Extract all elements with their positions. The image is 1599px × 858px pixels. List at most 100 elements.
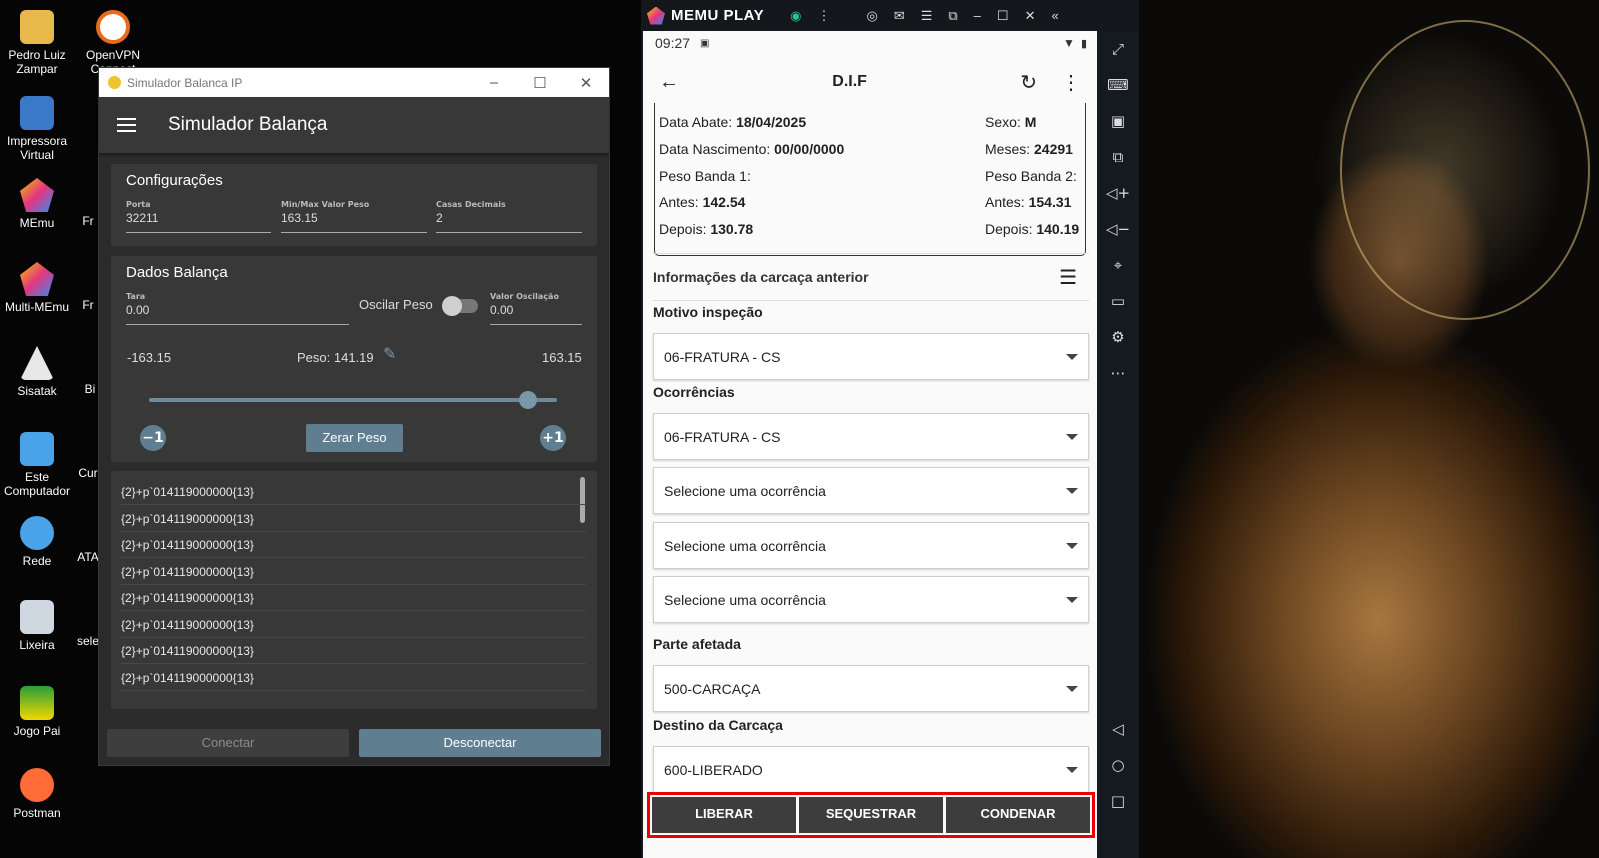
refresh-icon[interactable]: ↻: [1020, 70, 1037, 95]
wallpaper-halo: [1340, 20, 1590, 320]
conectar-button[interactable]: Conectar: [107, 729, 349, 757]
maximize-icon[interactable]: ☐: [517, 74, 563, 92]
location-icon[interactable]: ⌖: [1114, 247, 1122, 283]
oscilacao-field[interactable]: Valor Oscilação 0.00: [490, 292, 582, 325]
desktop-icon-postman[interactable]: Postman: [0, 768, 74, 820]
dados-card: Dados Balança Tara 0.00 Oscilar Peso Val…: [111, 256, 597, 462]
animal-info-box: Data Abate: 18/04/2025 Sexo: M Data Nasc…: [654, 103, 1086, 256]
notification-icon: ▣: [700, 37, 710, 49]
more-vertical-icon[interactable]: ⋮: [817, 8, 830, 24]
memu-logo-icon: [647, 6, 665, 25]
printer-icon: [20, 96, 54, 130]
multi-window-icon[interactable]: ⧉: [1113, 139, 1124, 175]
carcaca-anterior-row[interactable]: Informações da carcaça anterior ☰: [653, 253, 1089, 301]
desktop-icon-rede[interactable]: Rede: [0, 516, 74, 568]
casas-decimais-field[interactable]: Casas Decimais 2: [436, 200, 582, 233]
oscilar-toggle[interactable]: [442, 296, 478, 316]
menu-icon[interactable]: ☰: [921, 8, 933, 24]
liberar-button[interactable]: LIBERAR: [652, 797, 796, 833]
minimize-icon[interactable]: –: [974, 8, 981, 23]
tara-field[interactable]: Tara 0.00: [126, 292, 349, 325]
minus-one-button[interactable]: −1: [140, 425, 166, 451]
overflow-menu-icon[interactable]: ⋮: [1061, 70, 1081, 95]
status-bar: 09:27 ▣ ▼ ▮: [643, 31, 1097, 55]
ocorrencia-dropdown-1[interactable]: 06-FRATURA - CS: [653, 413, 1089, 460]
log-row: {2}+p`014119000000{13}: [121, 585, 586, 611]
memu-logo: MEMU PLAY: [671, 7, 765, 24]
desktop-icon-sisatak[interactable]: Sisatak: [0, 346, 74, 398]
sisatak-icon: [20, 346, 54, 380]
account-icon[interactable]: ◎: [866, 8, 877, 24]
peso-slider[interactable]: [149, 398, 557, 402]
porta-field[interactable]: Porta 32211: [126, 200, 271, 233]
simulator-window: Simulador Balanca IP – ☐ ✕ Simulador Bal…: [98, 67, 610, 766]
dropdown-arrow-icon: [1066, 488, 1078, 494]
screen-title: D.I.F: [832, 73, 867, 90]
app-header: Simulador Balança: [99, 97, 609, 153]
list-menu-icon[interactable]: ☰: [1059, 265, 1077, 290]
wifi-icon: ▼: [1063, 36, 1075, 50]
desktop-icon-computador[interactable]: Este Computador: [0, 432, 74, 498]
destino-dropdown[interactable]: 600-LIBERADO: [653, 746, 1089, 793]
log-row: {2}+p`014119000000{13}: [121, 532, 586, 558]
desconectar-button[interactable]: Desconectar: [359, 729, 601, 757]
menu-icon[interactable]: [117, 118, 136, 132]
apk-icon[interactable]: ▣: [1111, 103, 1125, 139]
maximize-icon[interactable]: ☐: [997, 8, 1009, 24]
window-title: Simulador Balanca IP: [127, 75, 243, 90]
fullscreen-icon[interactable]: ⤢: [1112, 31, 1124, 67]
desktop-icon-jogo-pai[interactable]: Jogo Pai: [0, 686, 74, 738]
minmax-field[interactable]: Min/Max Valor Peso 163.15: [281, 200, 427, 233]
config-title: Configurações: [126, 172, 223, 189]
motivo-dropdown[interactable]: 06-FRATURA - CS: [653, 333, 1089, 380]
home-nav-icon[interactable]: ○: [1111, 747, 1124, 783]
parte-afetada-dropdown[interactable]: 500-CARCAÇA: [653, 665, 1089, 712]
close-icon[interactable]: ✕: [563, 74, 609, 92]
app-bar: ← D.I.F ↻ ⋮: [643, 55, 1097, 109]
volume-down-icon[interactable]: ◁−: [1106, 211, 1130, 247]
minimize-icon[interactable]: –: [471, 74, 517, 92]
max-value: 163.15: [542, 350, 582, 365]
keyboard-icon[interactable]: ⌨: [1107, 67, 1129, 103]
peso-banda-1: Peso Banda 1:: [659, 168, 751, 184]
memu-app-icon[interactable]: ◉: [790, 8, 801, 24]
folder-icon[interactable]: ▭: [1111, 283, 1125, 319]
desktop-icon-multi-memu[interactable]: Multi-MEmu: [0, 262, 74, 314]
memu-titlebar[interactable]: MEMU PLAY ◉ ⋮ ◎ ✉ ☰ ⧉ – ☐ ✕ «: [641, 0, 1139, 31]
log-row: {2}+p`014119000000{13}: [121, 665, 586, 691]
desktop-icon-lixeira[interactable]: Lixeira: [0, 600, 74, 652]
desktop-icon-user[interactable]: Pedro Luiz Zampar: [0, 10, 74, 76]
ocorrencia-dropdown-3[interactable]: Selecione uma ocorrência: [653, 522, 1089, 569]
close-icon[interactable]: ✕: [1025, 8, 1036, 24]
ocorrencia-dropdown-2[interactable]: Selecione uma ocorrência: [653, 467, 1089, 514]
plus-one-button[interactable]: +1: [540, 425, 566, 451]
log-row: {2}+p`014119000000{13}: [121, 612, 586, 638]
window-titlebar[interactable]: Simulador Balanca IP – ☐ ✕: [99, 68, 609, 97]
data-abate: Data Abate: 18/04/2025: [659, 114, 807, 130]
computer-icon: [20, 432, 54, 466]
zerar-peso-button[interactable]: Zerar Peso: [306, 424, 403, 452]
more-horizontal-icon[interactable]: ⋯: [1111, 355, 1126, 391]
collapse-icon[interactable]: «: [1051, 8, 1058, 23]
mail-icon[interactable]: ✉: [894, 8, 905, 24]
antes-2: Antes: 154.31: [985, 194, 1072, 210]
recents-nav-icon[interactable]: □: [1111, 783, 1125, 819]
peso-slider-handle[interactable]: [519, 391, 538, 409]
ocorrencia-dropdown-4[interactable]: Selecione uma ocorrência: [653, 576, 1089, 623]
depois-1: Depois: 130.78: [659, 221, 754, 237]
back-arrow-icon[interactable]: ←: [659, 71, 679, 94]
condenar-button[interactable]: CONDENAR: [946, 797, 1090, 833]
volume-up-icon[interactable]: ◁+: [1106, 175, 1130, 211]
edit-icon[interactable]: ✎: [383, 344, 396, 363]
screen-icon[interactable]: ⧉: [948, 8, 957, 24]
ocorrencias-label: Ocorrências: [653, 384, 735, 400]
desktop-icon-impressora[interactable]: Impressora Virtual: [0, 96, 74, 162]
desktop-partial-label: Cur: [78, 466, 98, 480]
desktop-icon-memu[interactable]: MEmu: [0, 178, 74, 230]
sequestrar-button[interactable]: SEQUESTRAR: [799, 797, 943, 833]
android-screen: 09:27 ▣ ▼ ▮ ← D.I.F ↻ ⋮ Data Abate: 18/0…: [643, 31, 1097, 858]
dropdown-arrow-icon: [1066, 434, 1078, 440]
desktop-partial-label: ATA: [77, 550, 99, 564]
settings-icon[interactable]: ⚙: [1111, 319, 1124, 355]
back-nav-icon[interactable]: ◁: [1112, 711, 1124, 747]
